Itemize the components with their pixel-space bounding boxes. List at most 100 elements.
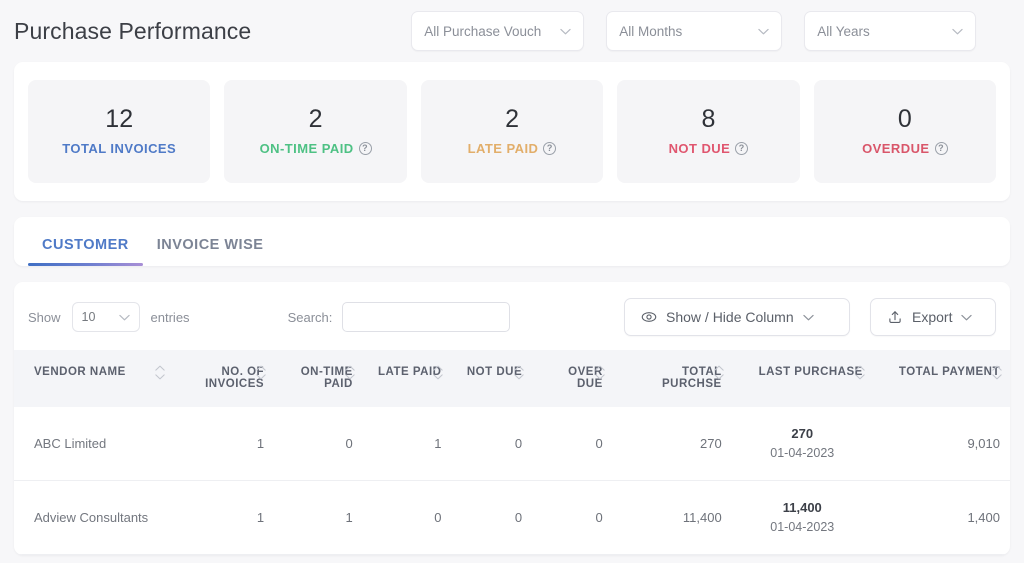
cell-over-due: 0: [532, 480, 613, 555]
kpi-card-total-invoices[interactable]: 12 TOTAL INVOICES: [28, 80, 211, 183]
chevron-down-icon: [758, 28, 769, 35]
help-icon[interactable]: ?: [735, 142, 749, 155]
search-label: Search:: [287, 309, 333, 325]
cell-no-of-invoices: 1: [173, 480, 275, 555]
kpi-value: 2: [505, 105, 519, 133]
help-icon[interactable]: ?: [543, 142, 557, 155]
column-header-no-of-invoices[interactable]: NO. OF INVOICES: [173, 350, 274, 407]
kpi-value: 0: [897, 105, 912, 133]
vendor-table-panel: Show 10 entries Search: Show / Hide Colu…: [14, 282, 1010, 555]
chevron-down-icon: [802, 314, 814, 321]
column-header-label: TOTAL PURCHSE: [661, 366, 722, 390]
sort-toggle-icon[interactable]: [433, 365, 444, 380]
column-header-total-purchase[interactable]: TOTAL PURCHSE: [613, 350, 732, 407]
cell-not-due: 0: [451, 480, 533, 555]
month-value: All Months: [619, 23, 683, 39]
sort-toggle-icon[interactable]: [345, 365, 355, 380]
chevron-down-icon: [560, 28, 571, 35]
kpi-label: OVERDUE ?: [862, 141, 948, 156]
month-select[interactable]: All Months: [606, 11, 783, 51]
kpi-value: 2: [308, 105, 323, 133]
last-purchase-date: 01-04-2023: [770, 519, 835, 534]
cell-total-purchase: 11,400: [612, 480, 732, 555]
table-row[interactable]: Adview Consultants 1 1 0 0 0 11,400 11,4…: [14, 480, 1010, 555]
eye-icon: [641, 309, 657, 325]
cell-total-payment: 9,010: [872, 407, 1010, 481]
entries-per-page-select[interactable]: 10: [71, 302, 140, 332]
column-header-label: OVER DUE: [568, 366, 603, 390]
table-header-row: VENDOR NAME NO. OF INVOICES ON-TIME PAID…: [14, 350, 1010, 407]
table-body: ABC Limited 1 0 1 0 0 270 270 01-04-2023…: [14, 407, 1010, 555]
column-header-last-purchase[interactable]: LAST PURCHASE: [732, 350, 873, 407]
kpi-value: 8: [701, 105, 716, 133]
cell-not-due: 0: [451, 407, 533, 481]
kpi-label: LATE PAID ?: [468, 141, 557, 156]
column-header-on-time-paid[interactable]: ON-TIME PAID: [274, 350, 363, 407]
cell-over-due: 0: [532, 407, 613, 481]
sort-toggle-icon[interactable]: [155, 365, 165, 380]
cell-vendor-name: ABC Limited: [14, 407, 174, 481]
column-header-vendor-name[interactable]: VENDOR NAME: [14, 350, 173, 407]
header-filters: All Purchase Vouch All Months All Years: [411, 11, 977, 51]
column-header-label: VENDOR NAME: [34, 366, 126, 378]
column-header-total-payment[interactable]: TOTAL PAYMENT: [873, 350, 1010, 407]
kpi-label-text: NOT DUE: [668, 141, 731, 156]
last-purchase-amount: 11,400: [782, 499, 822, 515]
purchase-performance-page: Purchase Performance All Purchase Vouch …: [0, 0, 1024, 563]
year-value: All Years: [817, 23, 870, 39]
column-header-not-due[interactable]: NOT DUE: [451, 350, 532, 407]
sort-toggle-icon[interactable]: [595, 365, 605, 380]
show-entries-group: Show 10 entries: [28, 302, 190, 332]
last-purchase-date: 01-04-2023: [770, 445, 835, 460]
last-purchase-amount: 270: [791, 426, 814, 441]
sort-toggle-icon[interactable]: [514, 365, 524, 380]
cell-no-of-invoices: 1: [173, 407, 275, 481]
kpi-value: 12: [105, 105, 134, 133]
cell-last-purchase: 11,400 01-04-2023: [731, 480, 873, 555]
kpi-card-not-due[interactable]: 8 NOT DUE ?: [617, 80, 800, 183]
page-header: Purchase Performance All Purchase Vouch …: [0, 0, 1024, 62]
chevron-down-icon: [952, 28, 963, 35]
help-icon[interactable]: ?: [934, 142, 948, 155]
column-header-label: LAST PURCHASE: [758, 366, 863, 378]
column-header-late-paid[interactable]: LATE PAID: [363, 350, 452, 407]
table-header: VENDOR NAME NO. OF INVOICES ON-TIME PAID…: [14, 350, 1010, 407]
show-hide-column-label: Show / Hide Column: [666, 309, 794, 325]
voucher-type-select[interactable]: All Purchase Vouch: [411, 11, 585, 51]
kpi-summary-panel: 12 TOTAL INVOICES 2 ON-TIME PAID ? 2 LAT…: [14, 62, 1010, 201]
cell-total-payment: 1,400: [872, 480, 1010, 555]
column-header-label: TOTAL PAYMENT: [898, 366, 1000, 378]
sort-toggle-icon[interactable]: [713, 365, 724, 380]
column-header-label: ON-TIME PAID: [300, 366, 353, 390]
kpi-label: TOTAL INVOICES: [62, 141, 176, 156]
kpi-label-text: OVERDUE: [862, 141, 930, 156]
show-label: Show: [28, 309, 61, 325]
kpi-card-overdue[interactable]: 0 OVERDUE ?: [813, 80, 997, 183]
cell-total-purchase: 270: [612, 407, 732, 481]
tab-bar: CUSTOMER INVOICE WISE: [14, 217, 1010, 266]
table-row[interactable]: ABC Limited 1 0 1 0 0 270 270 01-04-2023…: [14, 407, 1010, 481]
column-header-label: LATE PAID: [377, 366, 442, 378]
kpi-label: NOT DUE ?: [669, 141, 749, 156]
vendor-performance-table: VENDOR NAME NO. OF INVOICES ON-TIME PAID…: [14, 350, 1010, 555]
show-hide-column-button[interactable]: Show / Hide Column: [624, 298, 850, 336]
column-header-label: NO. OF INVOICES: [205, 366, 265, 390]
tab-invoice-wise[interactable]: INVOICE WISE: [143, 237, 278, 266]
export-button[interactable]: Export: [870, 298, 996, 336]
sort-toggle-icon[interactable]: [992, 365, 1002, 380]
chevron-down-icon: [118, 314, 130, 321]
year-select[interactable]: All Years: [804, 11, 977, 51]
kpi-label-text: TOTAL INVOICES: [62, 141, 177, 156]
column-header-over-due[interactable]: OVER DUE: [532, 350, 613, 407]
entries-value: 10: [81, 310, 96, 324]
sort-toggle-icon[interactable]: [855, 365, 865, 380]
kpi-card-late-paid[interactable]: 2 LATE PAID ?: [420, 80, 604, 183]
search-input[interactable]: [342, 302, 511, 332]
help-icon[interactable]: ?: [358, 142, 372, 155]
kpi-card-on-time-paid[interactable]: 2 ON-TIME PAID ?: [224, 80, 407, 183]
table-action-buttons: Show / Hide Column Export: [624, 298, 996, 336]
tab-customer[interactable]: CUSTOMER: [28, 237, 143, 266]
sort-toggle-icon[interactable]: [256, 365, 266, 380]
table-toolbar: Show 10 entries Search: Show / Hide Colu…: [14, 282, 1010, 350]
page-title: Purchase Performance: [14, 17, 252, 44]
